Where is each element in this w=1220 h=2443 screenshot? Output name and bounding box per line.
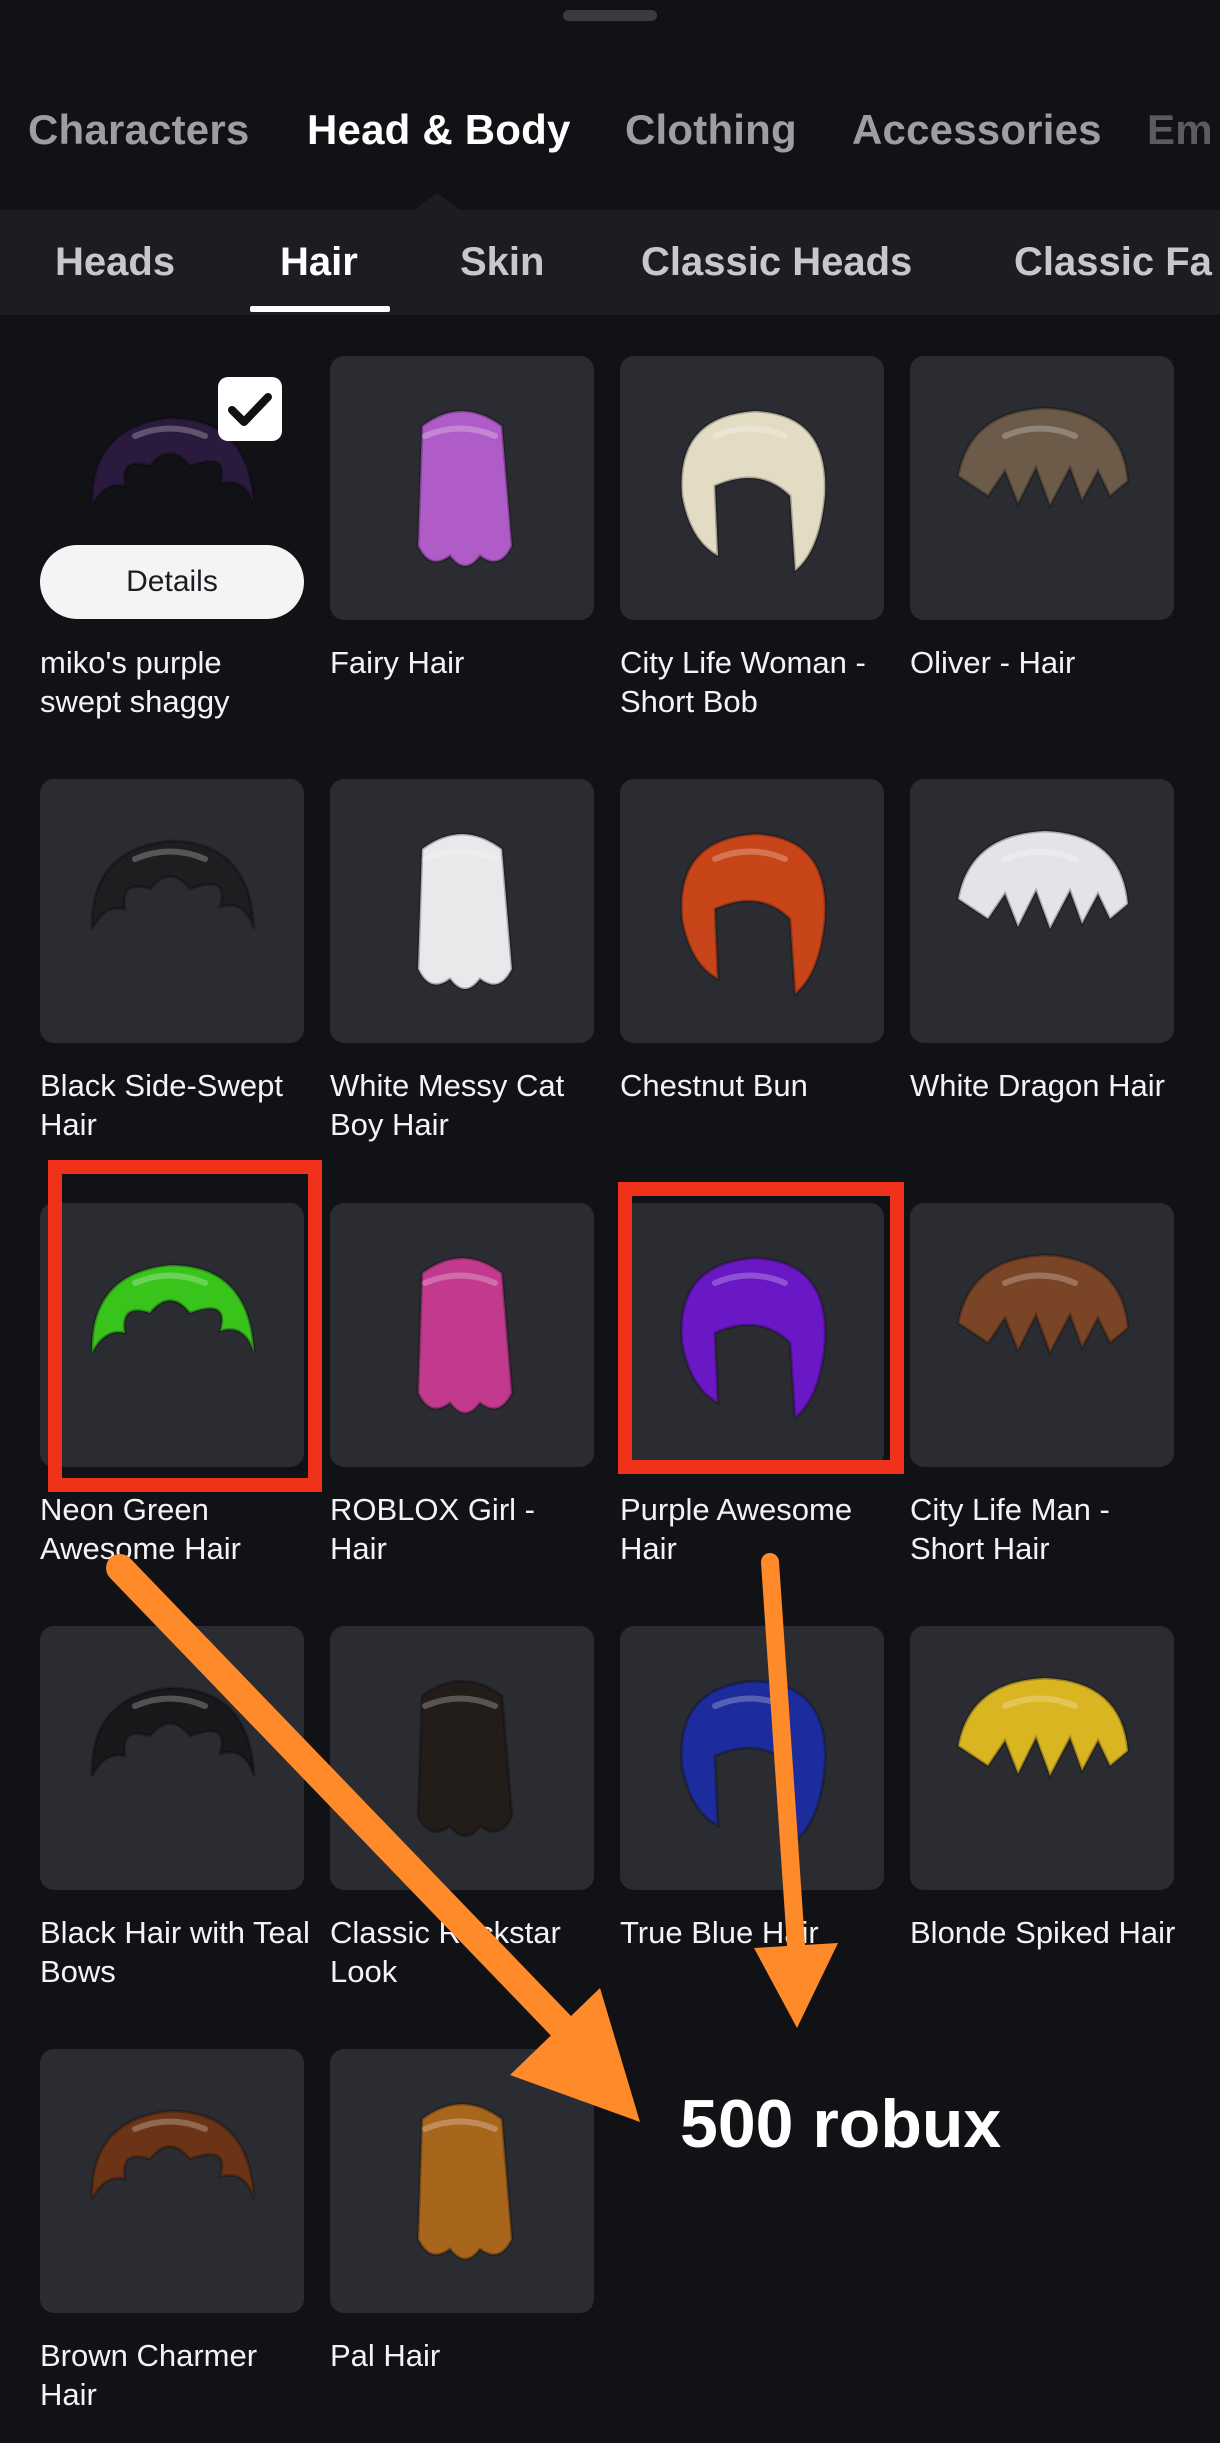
arrow-left [106,1554,640,2122]
price-annotation: 500 robux [680,2086,1002,2162]
arrow-right [754,1553,838,2028]
annotation-arrows [106,1553,838,2122]
